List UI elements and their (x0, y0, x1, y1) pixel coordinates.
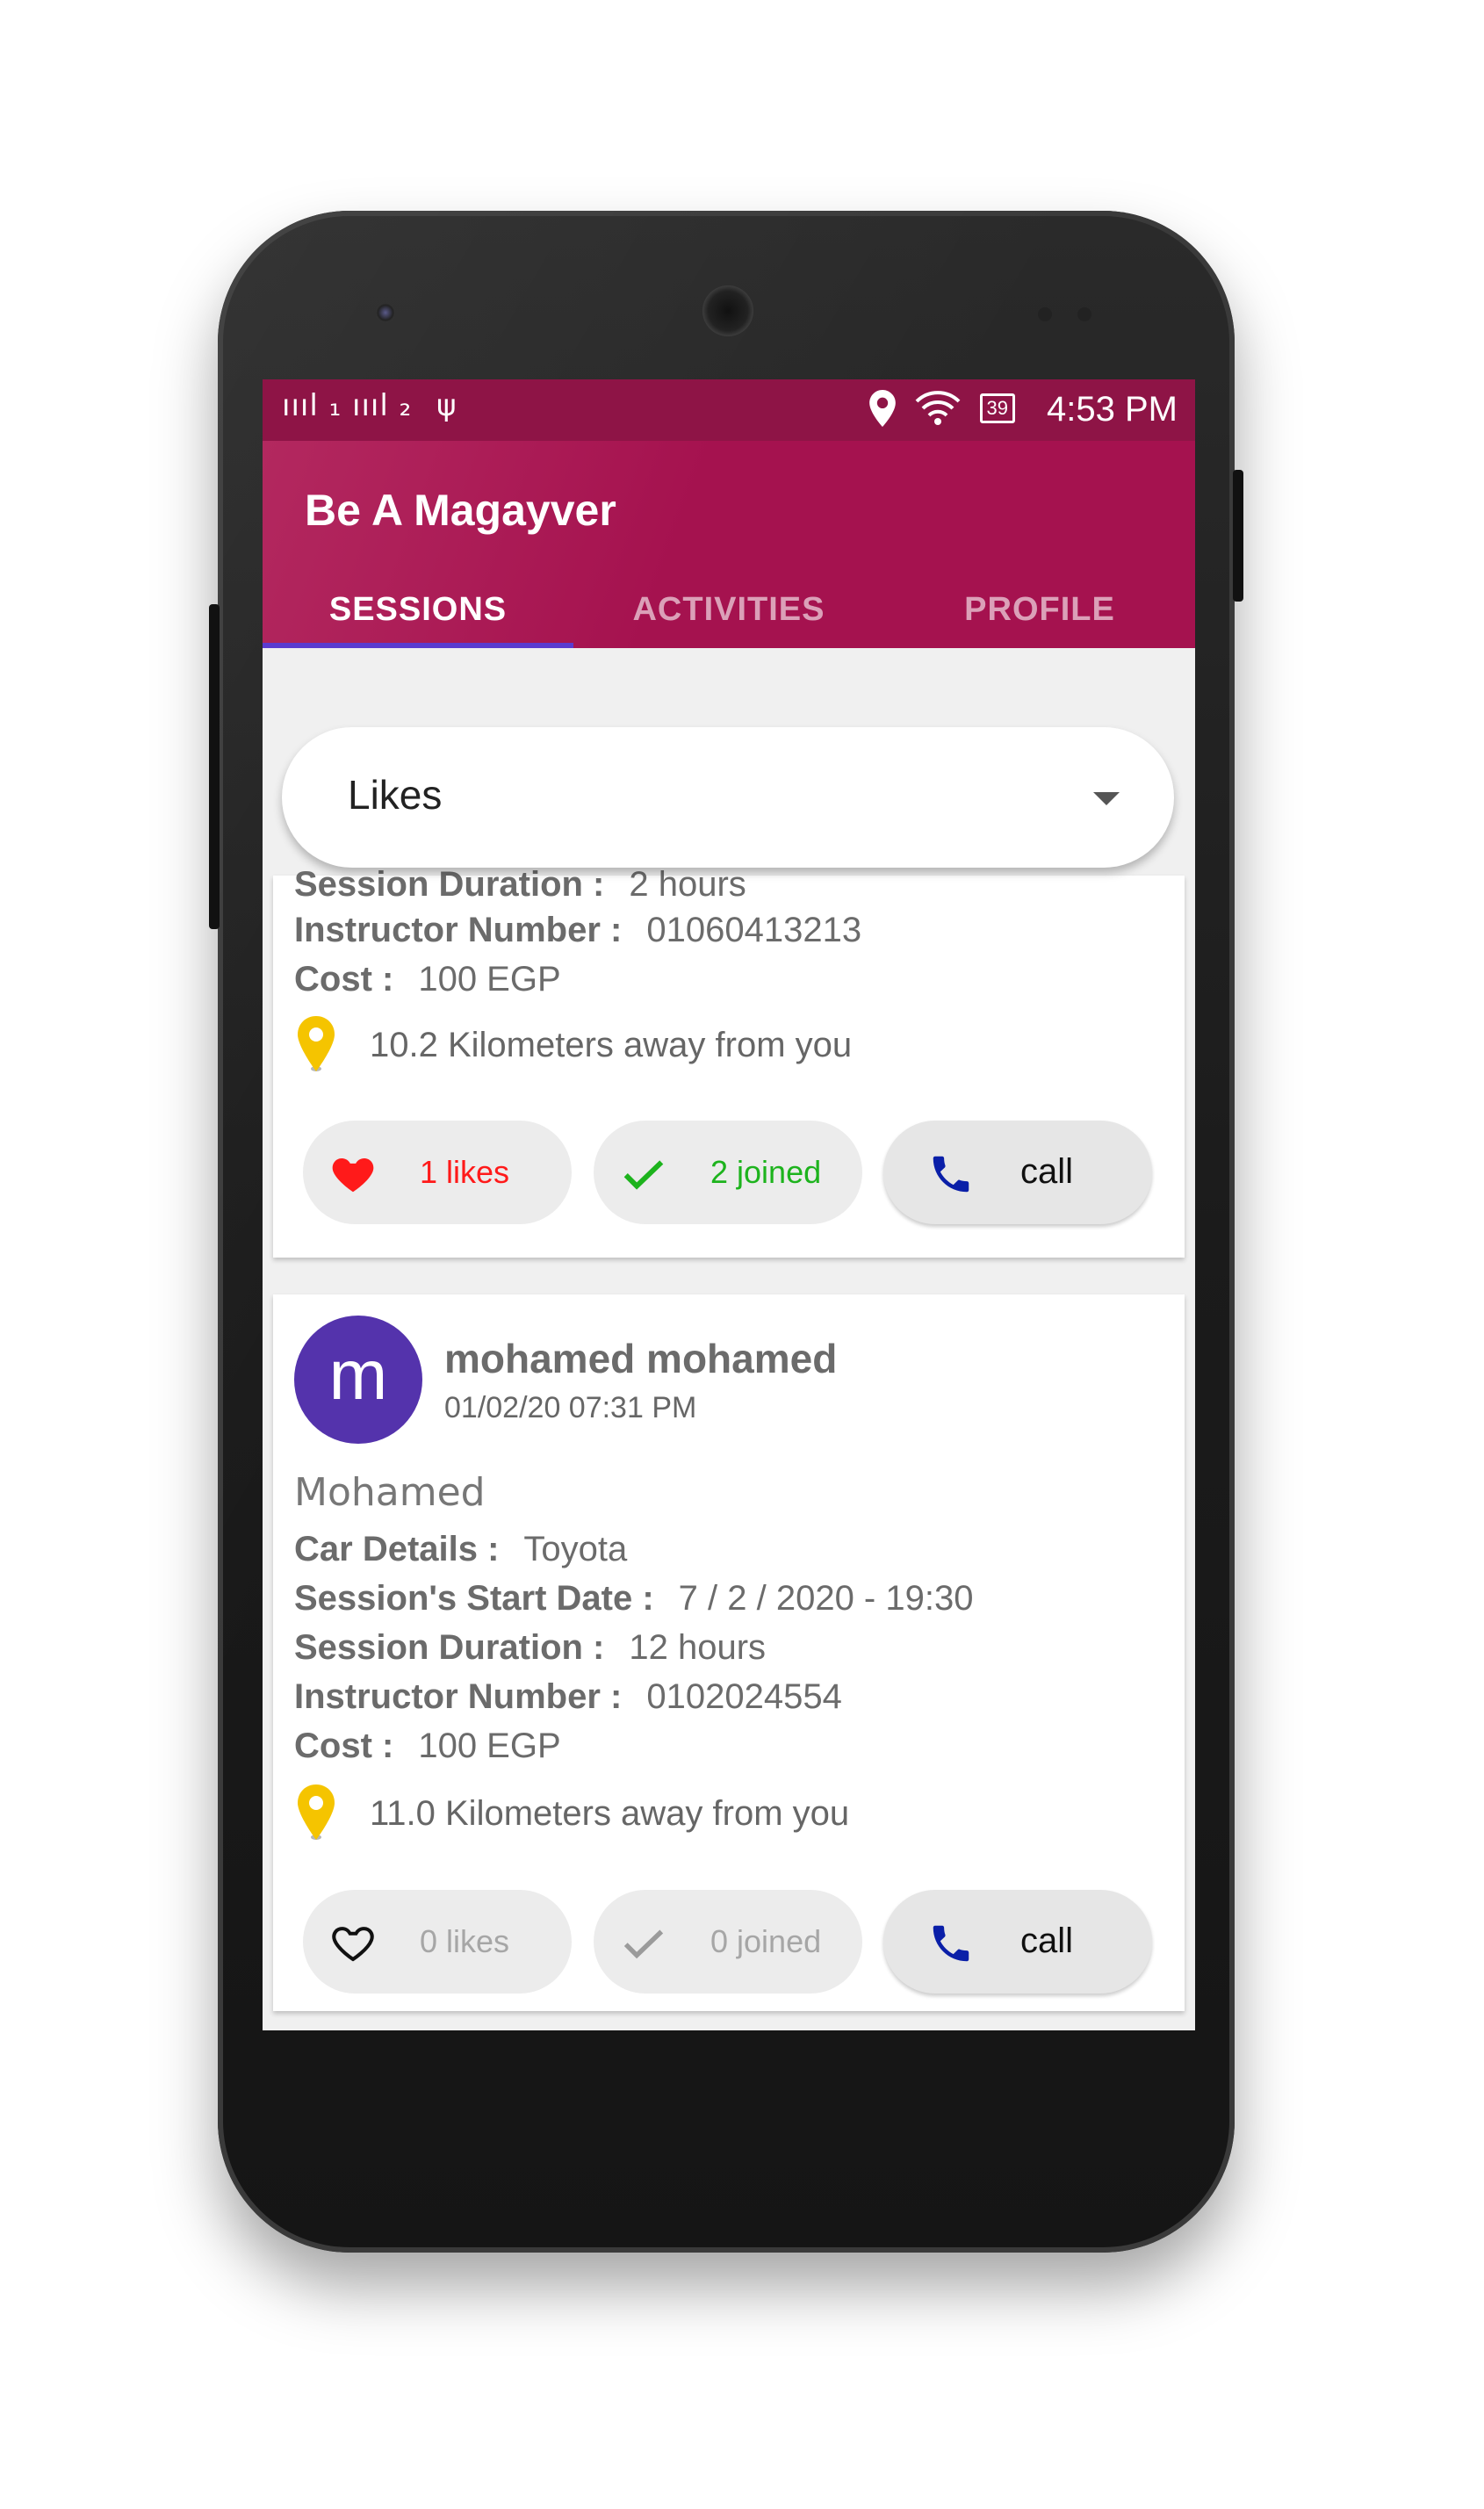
location-icon (868, 390, 896, 427)
tab-profile[interactable]: PROFILE (884, 583, 1195, 648)
heart-filled-icon (332, 1158, 374, 1193)
field-instructor-number: Instructor Number :01060413213 (294, 911, 862, 949)
check-icon (623, 1929, 664, 1959)
joined-count: 0 joined (710, 1923, 822, 1959)
field-session-duration: Session Duration :12 hours (294, 1628, 767, 1667)
distance-text: 10.2 Kilometers away from you (370, 1025, 853, 1064)
earpiece-speaker (702, 285, 753, 336)
wifi-icon (915, 391, 960, 425)
call-label: call (1020, 1921, 1074, 1960)
likes-count: 0 likes (420, 1923, 510, 1959)
app-title: Be A Magayver (305, 486, 616, 535)
clock: 4:53 PM (1047, 390, 1178, 429)
join-button[interactable]: 0 joined (594, 1890, 862, 1994)
power-button (1233, 470, 1243, 602)
volume-button (209, 604, 220, 929)
light-sensor (1077, 307, 1091, 321)
session-card: Session Duration :2 hours Instructor Num… (273, 865, 1185, 1258)
status-left: ıııl ₁ ıııl ₂ ψ (282, 388, 457, 423)
tab-indicator (263, 643, 573, 648)
map-pin-icon (298, 1784, 335, 1840)
status-icons: 39 (868, 390, 1015, 427)
phone-icon (933, 1156, 969, 1193)
heart-outline-icon (332, 1927, 374, 1962)
status-bar: ıııl ₁ ıııl ₂ ψ 39 4:53 PM (263, 379, 1195, 441)
field-cost: Cost :100 EGP (294, 960, 561, 999)
avatar[interactable]: m (294, 1316, 422, 1444)
field-start-date: Session's Start Date :7 / 2 / 2020 - 19:… (294, 1579, 974, 1618)
screen: ıııl ₁ ıııl ₂ ψ 39 4:53 PM Be A Magayver… (263, 379, 1195, 2030)
usb-icon: ψ (436, 388, 457, 423)
check-icon (623, 1160, 664, 1190)
filter-value: Likes (348, 772, 443, 818)
join-button[interactable]: 2 joined (594, 1121, 862, 1224)
proximity-sensor (1038, 307, 1052, 321)
like-button[interactable]: 0 likes (303, 1890, 572, 1994)
dropdown-arrow-icon (1093, 792, 1120, 805)
like-button[interactable]: 1 likes (303, 1121, 572, 1224)
post-date: 01/02/20 07:31 PM (444, 1391, 697, 1424)
call-button[interactable]: call (883, 1890, 1152, 1994)
field-session-duration: Session Duration :2 hours (294, 865, 746, 904)
tab-activities[interactable]: ACTIVITIES (573, 583, 884, 648)
call-label: call (1020, 1152, 1074, 1191)
session-title: Mohamed (294, 1470, 486, 1515)
front-camera (376, 303, 395, 322)
tab-sessions[interactable]: SESSIONS (263, 583, 573, 648)
distance-row: 11.0 Kilometers away from you (294, 1783, 849, 1844)
signal-icon: ıııl ₁ ıııl ₂ (282, 388, 413, 423)
field-car-details: Car Details : Toyota (294, 1530, 628, 1568)
filter-dropdown[interactable]: Likes (282, 727, 1174, 868)
battery-icon: 39 (979, 393, 1015, 423)
distance-text: 11.0 Kilometers away from you (370, 1793, 850, 1833)
field-cost: Cost :100 EGP (294, 1727, 561, 1765)
phone-icon (933, 1925, 969, 1962)
session-card: m mohamed mohamed 01/02/20 07:31 PM Moha… (273, 1294, 1185, 2011)
app-bar: Be A Magayver SESSIONS ACTIVITIES PROFIL… (263, 441, 1195, 648)
map-pin-icon (298, 1016, 335, 1071)
user-name: mohamed mohamed (444, 1336, 838, 1381)
distance-row: 10.2 Kilometers away from you (294, 1014, 852, 1076)
tab-bar: SESSIONS ACTIVITIES PROFILE (263, 583, 1195, 648)
joined-count: 2 joined (710, 1154, 822, 1190)
likes-count: 1 likes (420, 1154, 510, 1190)
call-button[interactable]: call (883, 1121, 1152, 1224)
field-instructor-number: Instructor Number :0102024554 (294, 1677, 842, 1716)
